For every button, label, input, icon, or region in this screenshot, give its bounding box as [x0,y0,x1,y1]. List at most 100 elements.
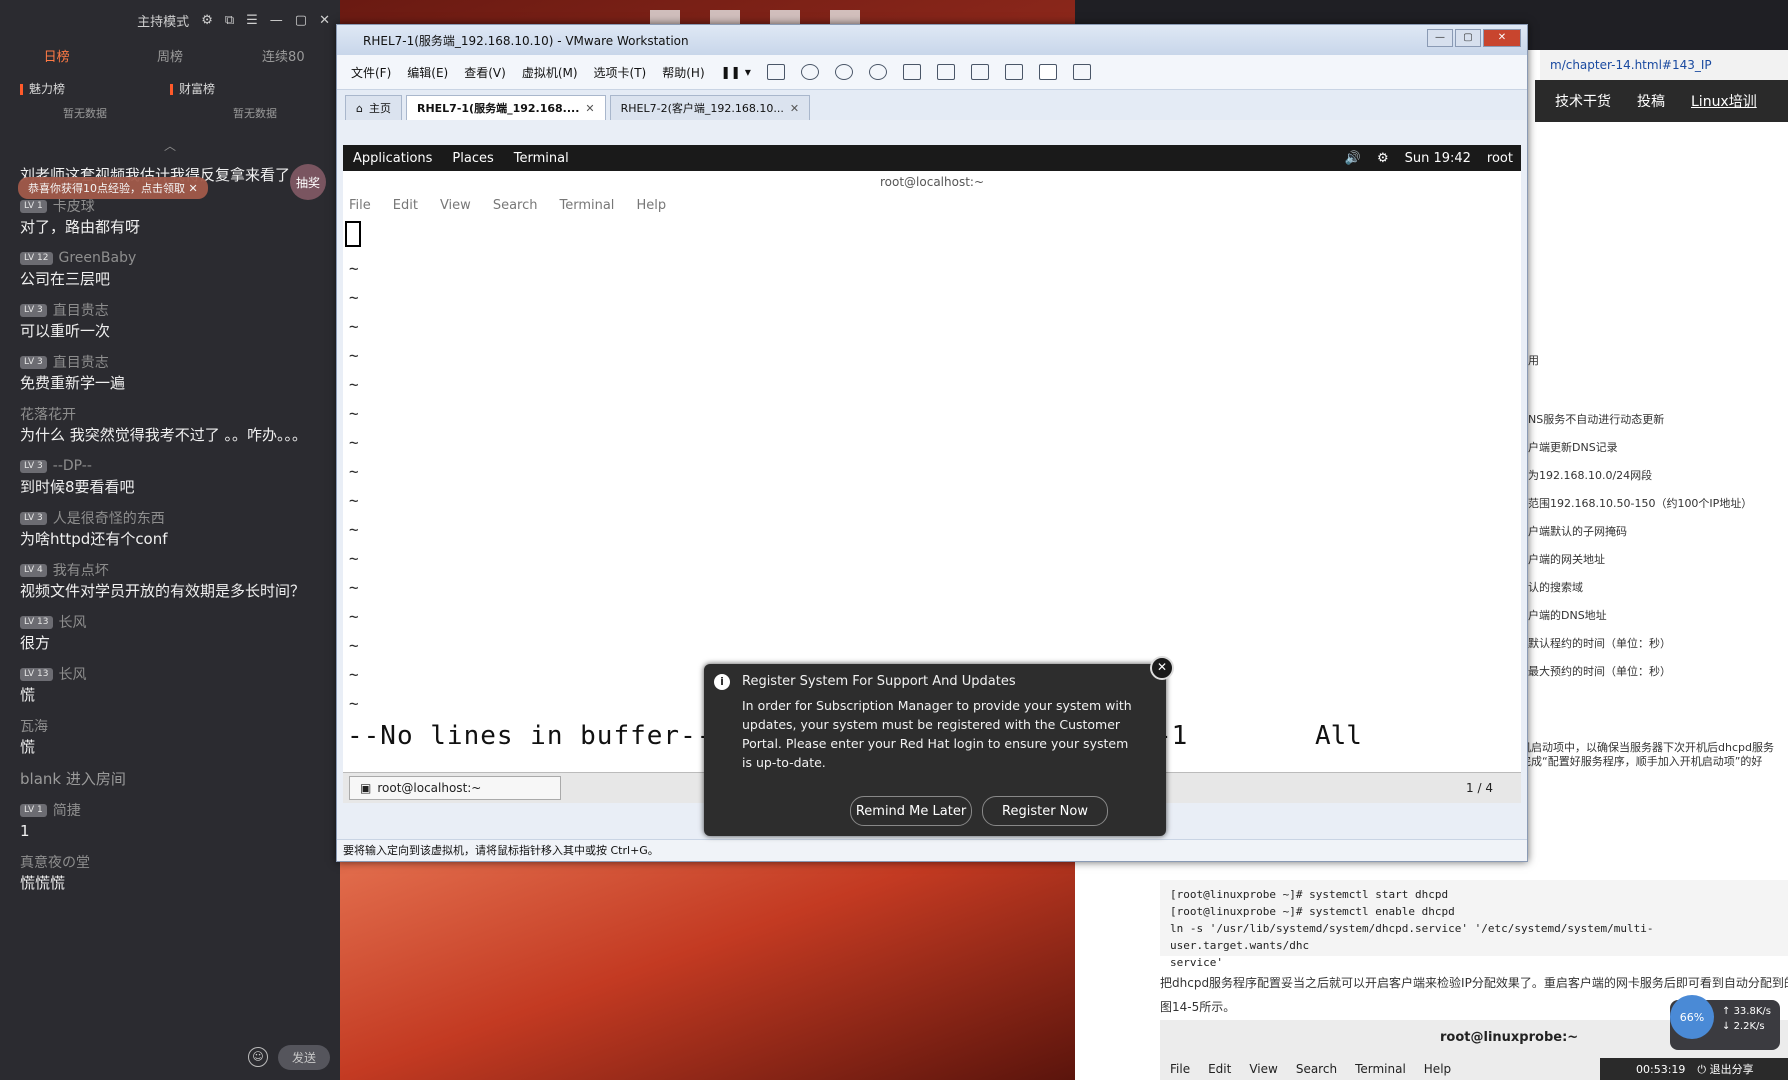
volume-icon[interactable]: 🔊 [1345,151,1361,166]
doc-line: 用 [1528,354,1539,367]
pause-icon[interactable]: ❚❚ ▾ [721,65,751,79]
thumbnail-bar-icon[interactable] [936,64,955,80]
send-button[interactable]: 发送 [277,1044,330,1070]
term-menu-search[interactable]: Search [493,198,538,213]
exp-toast[interactable]: 恭喜你获得10点经验，点击领取 ✕ [18,177,208,199]
terminal-app-label[interactable]: Terminal [514,151,569,166]
close-button[interactable]: ✕ [1483,29,1521,47]
lottery-button[interactable]: 抽奖 [290,164,326,200]
chat-input-bar: ☺ 发送 [0,1034,340,1080]
network-icon[interactable]: ⚙ [1377,151,1389,166]
menu-vm[interactable]: 虚拟机(M) [522,64,578,81]
user-menu[interactable]: root [1487,151,1513,166]
minimize-icon[interactable]: — [270,13,283,28]
text-cursor [345,221,361,247]
address-bar[interactable]: m/chapter-14.html#143_IP [1540,50,1788,80]
menu-edit[interactable]: 编辑(E) [407,64,448,81]
term-menu-help[interactable]: Help [636,198,666,213]
vim-empty-line: ~ [349,607,359,626]
maximize-button[interactable]: ▢ [1455,29,1481,47]
tab-streak[interactable]: 连续80 [227,46,340,65]
nav-item-training[interactable]: Linux培训 [1691,91,1757,111]
term-menu-edit[interactable]: Edit [393,198,418,213]
chat-username[interactable]: LV 4 我有点坏 [20,560,320,580]
charm-rank[interactable]: 魅力榜 [20,80,170,97]
tab-weekly[interactable]: 周榜 [113,46,226,65]
chat-message: blank 进入房间 [0,768,340,790]
popout-icon[interactable]: ⧉ [225,13,234,28]
chat-message: LV 13 长风慌 [0,664,340,706]
chat-username[interactable]: 真意夜の堂 [20,852,320,872]
send-ctrl-alt-del-icon[interactable] [766,64,785,80]
chat-username[interactable]: LV 13 长风 [20,612,320,632]
chat-text: 慌 [20,686,36,704]
close-tab-icon: ✕ [585,101,595,115]
nav-item-articles[interactable]: 技术干货 [1555,91,1611,111]
wealth-rank[interactable]: 财富榜 [170,80,320,97]
chat-username[interactable]: 瓦海 [20,716,320,736]
chat-username[interactable]: LV 3 人是很奇怪的东西 [20,508,320,528]
workspace-pager[interactable]: 1 / 4 [1466,781,1493,795]
taskbar-terminal-item[interactable]: ▣ root@localhost:~ [349,776,561,800]
term-menu-terminal[interactable]: Terminal [559,198,614,213]
code-line: service' [1170,956,1223,969]
memory-percent-badge[interactable]: 66% [1670,995,1714,1039]
chat-username[interactable]: LV 13 长风 [20,664,320,684]
vim-empty-line: ~ [349,259,359,278]
nav-item-submit[interactable]: 投稿 [1637,91,1665,111]
maximize-icon[interactable]: ▢ [295,13,307,28]
chat-text: 免费重新学一遍 [20,374,126,392]
chat-message: LV 1 卡皮球 对了，路由都有呀 [0,196,340,238]
snapshot-manager-icon[interactable] [868,64,887,80]
register-now-button[interactable]: Register Now [982,796,1108,826]
chat-username[interactable]: LV 3 直目贵志 [20,300,320,320]
chat-username[interactable]: LV 1 简捷 [20,800,320,820]
unity-icon[interactable] [1004,64,1023,80]
stretch-view-icon[interactable] [1072,64,1091,80]
vmware-title: RHEL7-1(服务端_192.168.10.10) - VMware Work… [363,33,689,48]
emoji-icon[interactable]: ☺ [247,1047,268,1067]
chat-username[interactable]: LV 3 直目贵志 [20,352,320,372]
settings-icon[interactable]: ⚙ [201,13,213,28]
chat-text: 为什么 我突然觉得我考不过了 。。咋办。。。 [20,426,308,444]
collapse-chevron-icon[interactable]: ︿ [0,137,340,154]
clock[interactable]: Sun 19:42 [1405,151,1471,166]
sidebar-toggle-icon[interactable] [902,64,921,80]
tab-home[interactable]: ⌂ 主页 [345,95,402,120]
chat-message: LV 3 人是很奇怪的东西 为啥httpd还有个conf [0,508,340,550]
menu-help[interactable]: 帮助(H) [662,64,704,81]
menu-view[interactable]: 查看(V) [464,64,506,81]
vmware-statusbar: 要将输入定向到该虚拟机，请将鼠标指针移入其中或按 Ctrl+G。 [337,839,1527,861]
menu-tabs[interactable]: 选项卡(T) [594,64,647,81]
code-line: ln -s '/usr/lib/systemd/system/dhcpd.ser… [1170,922,1654,952]
gnome-status-area: 🔊 ⚙ Sun 19:42 root [1345,145,1513,171]
vim-empty-line: ~ [349,404,359,423]
console-view-icon[interactable] [1038,64,1057,80]
level-badge: LV 3 [20,511,47,525]
site-nav: 技术干货 投稿 Linux培训 [1535,80,1788,122]
exit-share-button[interactable]: ⏻ 退出分享 [1697,1061,1753,1077]
minimize-button[interactable]: — [1427,29,1453,47]
chat-text: blank 进入房间 [20,770,126,788]
term-menu-file[interactable]: File [349,198,371,213]
tab-rhel7-1[interactable]: RHEL7-1(服务端_192.168.... ✕ [405,95,606,120]
snapshot-restore-icon[interactable] [834,64,853,80]
fullscreen-icon[interactable] [970,64,989,80]
snapshot-icon[interactable] [800,64,819,80]
vim-empty-line: ~ [349,433,359,452]
chat-username[interactable]: LV 12 GreenBaby [20,248,320,268]
chat-username[interactable]: 花落花开 [20,404,320,424]
menu-file[interactable]: 文件(F) [351,64,391,81]
close-icon[interactable]: ✕ [319,13,330,28]
term-menu-view[interactable]: View [440,198,471,213]
places-menu[interactable]: Places [452,151,493,166]
menu-icon[interactable]: ☰ [246,13,258,28]
chat-messages: 刘老师这套视频我估计我得反复拿来看了 LV 1 卡皮球 对了，路由都有呀 LV 12 Gr… [0,164,340,894]
chat-username[interactable]: LV 1 卡皮球 [20,196,320,216]
tab-rhel7-2[interactable]: RHEL7-2(客户端_192.168.10... ✕ [609,95,811,120]
close-notification-icon[interactable]: ✕ [1150,656,1174,680]
applications-menu[interactable]: Applications [353,151,432,166]
chat-username[interactable]: LV 3 --DP-- [20,456,320,476]
tab-daily[interactable]: 日榜 [0,46,113,65]
remind-later-button[interactable]: Remind Me Later [850,796,972,826]
